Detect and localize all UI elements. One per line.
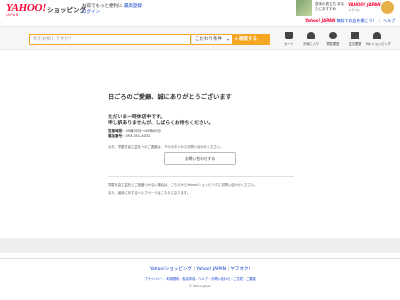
nav-history-label: 閲覧履歴	[326, 42, 340, 46]
ad-sub: トラベル	[348, 8, 361, 12]
yahoo-japan-link[interactable]: Yahoo! JAPAN	[305, 18, 335, 23]
filter-label: こだわり条件	[195, 37, 222, 42]
promo-link[interactable]: 最高登録	[124, 4, 142, 9]
nav-icons: カート お気に入り 閲覧履歴 注文履歴 My ショッピング	[278, 32, 391, 46]
search-input[interactable]: 何をお探しですか？	[29, 34, 191, 45]
yahoo-logo[interactable]: YAHOO!	[6, 3, 46, 14]
nav-my-shopping-label: My ショッピング	[366, 42, 391, 46]
ad-text: 週末の旅立ち あなたにおすすめ	[315, 2, 345, 11]
login-link[interactable]: ログイン	[82, 9, 100, 15]
filter-dropdown[interactable]: こだわり条件 ▾	[191, 34, 233, 45]
copyright: © Yahoo Japan	[188, 284, 212, 288]
chevron-down-icon: ▾	[226, 37, 229, 42]
ad-banner[interactable]: 週末の旅立ち あなたにおすすめ YAHOO! JAPAN トラベル	[296, 0, 396, 16]
nav-cart[interactable]: カート	[278, 32, 300, 46]
nav-cart-label: カート	[284, 42, 294, 46]
main-content: 日ごろのご愛顧、誠にありがとうございます ただいま一時休店中です。 申し訳ありま…	[108, 92, 358, 195]
phone-number: 電話番号：093-351-4032	[108, 134, 150, 139]
divider	[108, 176, 294, 177]
header: YAHOO! JAPAN ショッピング お得でもっと便利に 最高登録 ログイン …	[0, 0, 400, 26]
contact-note: なお、早屋を高工芸社へのご連絡は、下のボタンからお問い合わせください。	[108, 145, 224, 149]
search-icon: ⌕	[235, 36, 238, 42]
top-links-separator: ｜	[377, 18, 382, 23]
phone-value: 093-351-4032	[125, 134, 151, 138]
help-note[interactable]: また、最後に対するヘルプページはこちらになります。	[108, 190, 190, 195]
heart-icon	[307, 32, 315, 39]
contact-button[interactable]: お問い合わせする	[164, 152, 236, 165]
top-links: Yahoo! JAPAN 無料でお店を開こう！ ｜ ヘルプ	[305, 18, 395, 24]
hours-label: 営業時間：	[108, 129, 126, 133]
hours-value: 00時00分～00時00分	[125, 129, 161, 133]
yahoo-logo-sub: JAPAN	[6, 13, 19, 17]
footer-link-auction[interactable]: ヤフオク!	[230, 267, 250, 272]
footer-divider	[0, 258, 400, 259]
ad-image-2	[381, 1, 394, 14]
page-title: 日ごろのご愛顧、誠にありがとうございます	[108, 94, 232, 101]
service-name[interactable]: ショッピング	[47, 4, 86, 14]
ad-image	[296, 0, 312, 16]
footer-link-yahoo-japan[interactable]: Yahoo! JAPAN	[196, 267, 226, 272]
search-button-label: 検索する	[239, 37, 257, 42]
open-store-link[interactable]: 無料でお店を開こう！	[337, 18, 377, 23]
ad-brand: YAHOO! JAPAN	[348, 2, 381, 7]
nav-orders[interactable]: 注文履歴	[344, 32, 366, 46]
phone-label: 電話番号：	[108, 134, 126, 138]
footer-sub-links[interactable]: プライバシー - 利用規約 - 免責事項 - ヘルプ・お問い合わせ - ご意見・…	[0, 276, 400, 281]
person-icon	[373, 32, 381, 39]
footer-links: Yahoo!ショッピング | Yahoo! JAPAN | ヤフオク!	[0, 266, 400, 272]
search-band: 何をお探しですか？ こだわり条件 ▾ ⌕ 検索する カート お気に入り 閲覧履歴…	[0, 26, 400, 50]
search-button[interactable]: ⌕ 検索する	[233, 34, 270, 45]
nav-favorites[interactable]: お気に入り	[300, 32, 322, 46]
footer-link-shopping[interactable]: Yahoo!ショッピング	[150, 267, 192, 272]
yahoo-contact-note[interactable]: 早屋を高工芸社とご連絡つかない場合は、こちらからYahoo!ショッピングにお問い…	[108, 182, 258, 187]
footer-band	[0, 238, 400, 253]
nav-orders-label: 注文履歴	[348, 42, 362, 46]
apology-message: 申し訳ありませんが、しばらくお待ちください。	[108, 121, 214, 126]
nav-favorites-label: お気に入り	[303, 42, 319, 46]
nav-history[interactable]: 閲覧履歴	[322, 32, 344, 46]
box-icon	[351, 32, 359, 39]
cart-icon	[285, 32, 293, 39]
help-link[interactable]: ヘルプ	[383, 18, 395, 23]
nav-my-shopping[interactable]: My ショッピング	[366, 32, 391, 46]
clock-icon	[329, 32, 337, 39]
